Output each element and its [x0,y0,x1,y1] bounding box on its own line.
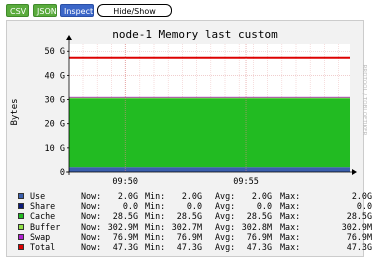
legend-name: Cache [30,211,56,222]
stat-value-avg: 76.9M [246,231,272,242]
stat-value-now: 28.5G [112,211,138,222]
stat-value-max: 47.3G [346,241,372,252]
stat-value-min: 76.9M [176,231,202,242]
stat-value-min: 302.7M [171,221,202,232]
area-buffer [69,97,350,99]
stat-value-min: 28.5G [176,211,202,222]
stat-value-avg: 0.0 [256,201,272,212]
stat-value-max: 2.0G [351,191,372,201]
stat-value-max: 28.5G [346,211,372,222]
stat-value-now: 0.0 [122,201,138,212]
legend-swatch [18,193,24,199]
y-tick-label: 50 G [45,47,65,57]
stat-value-now: 2.0G [117,191,138,201]
stat-value-max: 0.0 [356,201,372,212]
area-use [69,167,350,172]
y-axis-label: Bytes [10,98,20,125]
stat-value-min: 2.0G [181,191,202,201]
stat-value-avg: 2.0G [251,191,272,201]
stat-value-max: 76.9M [346,231,372,242]
stat-value-now: 302.9M [107,221,138,232]
stat-value-max: 302.9M [341,221,372,232]
legend-swatch [18,243,24,250]
x-tick-label: 09:55 [233,177,259,187]
stat-value-min: 47.3G [176,241,202,252]
area-swap [69,96,350,98]
legend-name: Total [30,241,56,252]
x-axis-arrow [352,169,357,175]
legend-swatch [18,203,24,210]
legend-name: Buffer [30,221,61,232]
y-tick-label: 20 G [45,120,65,130]
legend-name: Use [30,191,46,201]
legend-swatch [18,213,24,220]
stat-value-avg: 47.3G [246,241,272,252]
legend-name: Share [30,201,56,212]
legend-swatch [18,233,24,240]
stat-value-avg: 302.8M [241,221,272,232]
stat-value-now: 76.9M [112,231,138,242]
stat-value-avg: 28.5G [246,211,272,222]
area-cache [69,98,350,168]
stat-value-min: 0.0 [186,201,202,212]
y-tick-label: 0 [60,168,65,178]
y-tick-label: 40 G [45,71,65,81]
rrdtool-watermark: RRDTOOL / TOBI OETIKER [361,65,367,136]
y-axis-arrow [66,35,72,40]
y-tick-label: 30 G [45,96,65,106]
legend-name: Swap [30,231,51,242]
legend-swatch [18,223,24,230]
stat-value-now: 47.3G [112,241,138,252]
x-tick-label: 09:50 [112,177,138,187]
y-tick-label: 10 G [45,144,65,154]
chart-title: node-1 Memory last custom [112,28,278,41]
